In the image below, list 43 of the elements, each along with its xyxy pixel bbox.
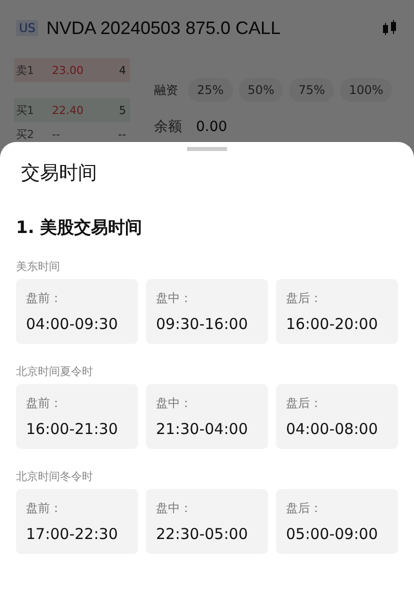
session-label: 盘中：: [156, 290, 193, 307]
ratio-button[interactable]: 75%: [289, 78, 334, 102]
session-label: 盘中：: [156, 500, 193, 517]
ratio-button[interactable]: 25%: [188, 78, 233, 102]
session-time: 22:30-05:00: [156, 525, 249, 543]
session-label: 盘后：: [286, 395, 323, 412]
session-label: 盘前：: [26, 500, 63, 517]
session-time: 04:00-08:00: [286, 420, 379, 438]
session-label: 盘后：: [286, 290, 323, 307]
ratio-button[interactable]: 50%: [238, 78, 284, 102]
ratio-button[interactable]: 100%: [340, 78, 392, 102]
session-label: 盘前：: [26, 290, 63, 307]
price-text: 23.00: [52, 64, 84, 76]
quantity-text: 4: [119, 64, 127, 76]
drag-handle[interactable]: [187, 147, 227, 151]
sheet-title: 交易时间: [21, 161, 98, 186]
balance-value: 0.00: [196, 119, 228, 135]
level-label: 买2: [16, 126, 35, 142]
contract-title: NVDA 20240503 875.0 CALL: [46, 18, 282, 38]
session-time: 16:00-20:00: [286, 315, 379, 333]
session-time: 04:00-09:30: [26, 315, 119, 333]
margin-label: 融资: [154, 82, 178, 98]
level-label: 买1: [16, 102, 35, 118]
timezone-label: 美东时间: [16, 259, 61, 275]
session-time: 17:00-22:30: [26, 525, 119, 543]
candlestick-icon[interactable]: [382, 19, 398, 37]
session-label: 盘中：: [156, 395, 193, 412]
section-heading: 1. 美股交易时间: [16, 217, 144, 239]
price-text: 22.40: [52, 104, 84, 116]
price-text: --: [52, 128, 61, 140]
session-time: 09:30-16:00: [156, 315, 249, 333]
market-badge: US: [16, 20, 38, 36]
quantity-text: 5: [119, 104, 127, 116]
timezone-label: 北京时间夏令时: [16, 364, 94, 380]
session-time: 16:00-21:30: [26, 420, 119, 438]
level-label: 卖1: [16, 62, 35, 78]
balance-label: 余额: [154, 118, 182, 136]
session-time: 05:00-09:00: [286, 525, 379, 543]
timezone-label: 北京时间冬令时: [16, 469, 94, 485]
session-time: 21:30-04:00: [156, 420, 249, 438]
session-label: 盘后：: [286, 500, 323, 517]
quantity-text: --: [118, 128, 127, 140]
session-label: 盘前：: [26, 395, 63, 412]
